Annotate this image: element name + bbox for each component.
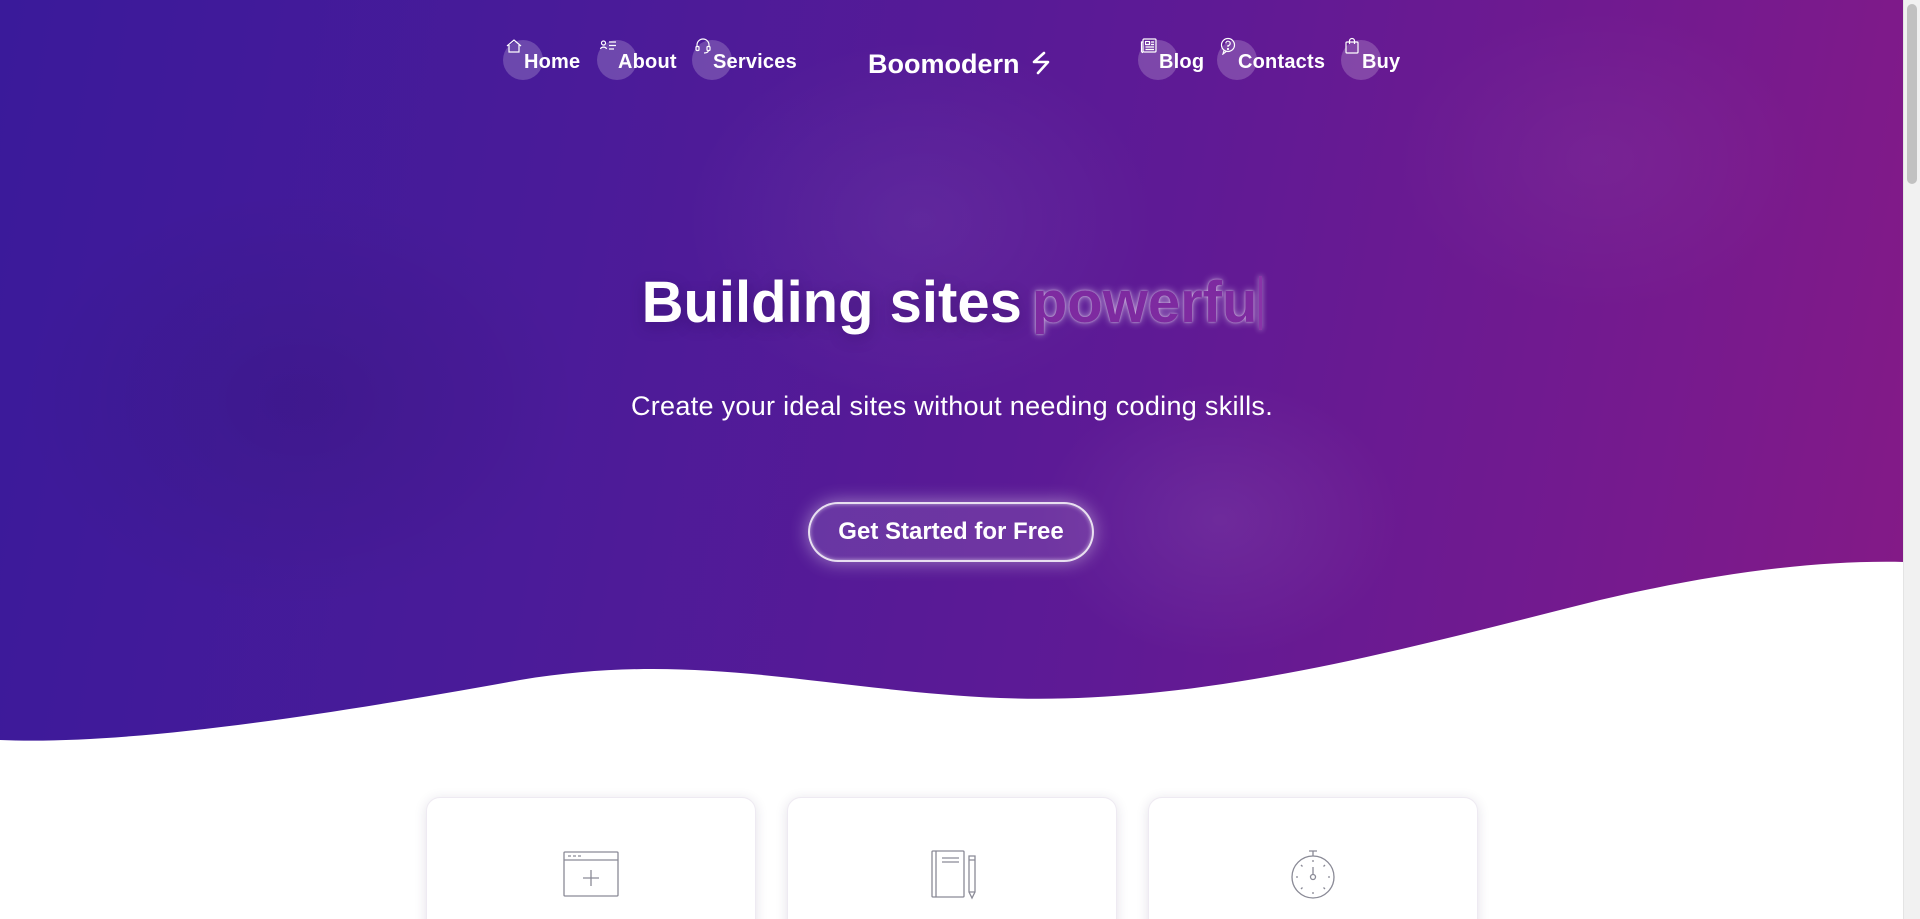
nav-label: Buy — [1362, 51, 1401, 73]
nav-label: Contacts — [1238, 51, 1326, 73]
nav-item-buy[interactable]: Buy — [1341, 37, 1401, 84]
get-started-button[interactable]: Get Started for Free — [808, 502, 1094, 562]
nav-label: Services — [713, 51, 797, 73]
nav-label: Blog — [1159, 51, 1205, 73]
headline-text: Building sites — [641, 270, 1022, 335]
feature-card — [426, 797, 756, 919]
headline-typed-word: powerfu — [1031, 270, 1258, 335]
typing-caret — [1259, 276, 1263, 330]
nav-item-services[interactable]: Services — [692, 38, 797, 84]
feature-card — [787, 797, 1117, 919]
home-icon — [506, 39, 522, 53]
page-scrollbar[interactable] — [1903, 0, 1920, 919]
landing-page: Home About Services Boomodern Blog Conta… — [0, 0, 1920, 919]
hero-headline: Building sites powerfu — [0, 268, 1904, 338]
headset-icon — [695, 38, 711, 54]
nav-item-contacts[interactable]: Contacts — [1217, 37, 1326, 84]
hero-subheadline: Create your ideal sites without needing … — [630, 391, 1274, 421]
shopping-bag-icon — [1345, 37, 1359, 54]
hero-section: Home About Services Boomodern Blog Conta… — [0, 0, 1904, 760]
stopwatch-icon — [1291, 850, 1335, 899]
browser-add-icon — [563, 851, 619, 897]
nav-label: About — [618, 51, 677, 73]
hero-wave-divider — [0, 561, 1904, 760]
brand-logo[interactable]: Boomodern — [868, 44, 1054, 84]
nav-item-about[interactable]: About — [597, 40, 677, 84]
nav-item-blog[interactable]: Blog — [1138, 38, 1205, 84]
main-nav: Home About Services Boomodern Blog Conta… — [0, 30, 1904, 90]
question-icon — [1220, 37, 1236, 55]
nav-item-home[interactable]: Home — [503, 39, 581, 84]
brand-name: Boomodern — [868, 49, 1020, 79]
newspaper-icon — [1140, 38, 1157, 54]
id-card-icon — [599, 40, 616, 50]
notebook-pencil-icon — [931, 850, 976, 900]
scrollbar-thumb[interactable] — [1907, 4, 1917, 184]
nav-label: Home — [524, 51, 581, 73]
bolt-icon — [1032, 51, 1049, 75]
feature-card — [1148, 797, 1478, 919]
